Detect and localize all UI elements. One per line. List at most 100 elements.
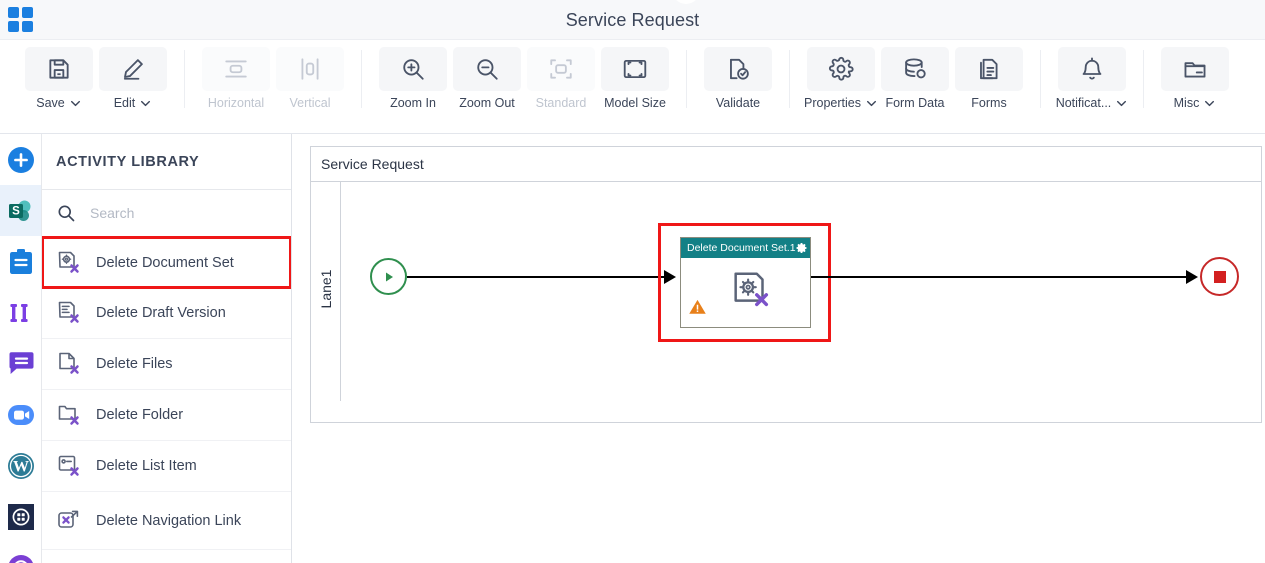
align-vertical-icon [276, 47, 344, 91]
toolbar-button-model-size[interactable]: Model Size [598, 40, 672, 110]
toolbar-separator [1040, 50, 1041, 108]
search-input[interactable] [88, 204, 263, 222]
rail-integration-app[interactable] [0, 287, 41, 338]
toolbar-group: Save Edit [22, 40, 170, 110]
toolbar-label-forms: Forms [971, 96, 1006, 110]
app-rail: SW [0, 134, 42, 563]
gear-icon[interactable] [796, 242, 808, 254]
warning-triangle-icon [688, 298, 707, 316]
toolbar-label-edit: Edit [114, 96, 153, 110]
toolbar-group: Horizontal Vertical [199, 40, 347, 110]
toolbar-label-zoom-in: Zoom In [390, 96, 436, 110]
toolbar-button-notificat[interactable]: Notificat... [1055, 40, 1129, 110]
activity-item-delete-navigation-link[interactable]: Delete Navigation Link [42, 492, 291, 550]
toolbar-button-save[interactable]: Save [22, 40, 96, 110]
activity-item-delete-files[interactable]: Delete Files [42, 339, 291, 390]
rail-support-app[interactable] [0, 542, 41, 563]
task-title: Delete Document Set.1 [687, 242, 796, 254]
chevron-down-icon [1203, 97, 1216, 110]
toolbar-button-zoom-in[interactable]: Zoom In [376, 40, 450, 110]
diagram-canvas[interactable]: Service Request Lane1 Delete Document Se… [292, 134, 1265, 563]
activity-item-label: Delete Navigation Link [96, 512, 242, 529]
delete-draft-version-icon [56, 300, 82, 326]
toolbar-label-standard: Standard [536, 96, 587, 110]
sequence-flow-2-arrow [1186, 270, 1198, 284]
validate-document-icon [704, 47, 772, 91]
pool-title: Service Request [311, 147, 1261, 182]
delete-list-item-icon [56, 453, 82, 479]
toolbar-button-zoom-out[interactable]: Zoom Out [450, 40, 524, 110]
task-body [681, 258, 810, 328]
toolbar-label-text-properties: Properties [804, 96, 861, 110]
toolbar-button-misc[interactable]: Misc [1158, 40, 1232, 110]
rail-sharepoint-app[interactable]: S [0, 185, 41, 236]
start-event[interactable] [370, 258, 407, 295]
database-icon [881, 47, 949, 91]
activity-item-delete-draft-version[interactable]: Delete Draft Version [42, 288, 291, 339]
delete-navigation-link-icon [56, 508, 82, 534]
activity-library-title: ACTIVITY LIBRARY [42, 134, 291, 190]
toolbar-label-text-misc: Misc [1173, 96, 1200, 110]
lane-header: Lane1 [311, 182, 341, 401]
task-delete-document-set[interactable]: Delete Document Set.1 [680, 237, 811, 328]
toolbar-separator [1143, 50, 1144, 108]
rail-docusign-app[interactable] [0, 491, 41, 542]
activity-list: Delete Document Set Delete Draft Version D… [42, 236, 291, 563]
task-header: Delete Document Set.1 [681, 238, 810, 258]
toolbar-label-validate: Validate [716, 96, 760, 110]
chevron-down-icon [1115, 97, 1128, 110]
rail-wordpress-app[interactable]: W [0, 440, 41, 491]
toolbar-button-form-data[interactable]: Form Data [878, 40, 952, 110]
rail-chat-app[interactable] [0, 338, 41, 389]
sequence-flow-2[interactable] [811, 276, 1189, 278]
stop-square-icon [1213, 270, 1226, 283]
rail-zoom-app[interactable] [0, 389, 41, 440]
chevron-down-icon [69, 97, 82, 110]
delete-document-set-icon [728, 268, 774, 314]
toolbar-label-text-save: Save [36, 96, 65, 110]
toolbar-label-text-form-data: Form Data [885, 96, 945, 110]
standard-size-icon [527, 47, 595, 91]
clipboard-icon [8, 248, 34, 276]
toolbar-button-forms[interactable]: Forms [952, 40, 1026, 110]
rail-add-button[interactable] [0, 134, 41, 185]
toolbar-group: Notificat... [1055, 40, 1129, 110]
toolbar-label-text-notificat: Notificat... [1055, 96, 1112, 110]
wordpress-icon: W [7, 452, 35, 480]
sequence-flow-1[interactable] [407, 276, 669, 278]
chevron-down-icon [139, 97, 152, 110]
toolbar-button-edit[interactable]: Edit [96, 40, 170, 110]
toolbar-label-text-forms: Forms [971, 96, 1007, 110]
delete-folder-icon [56, 402, 82, 428]
pillars-icon [8, 300, 34, 326]
toolbar-label-text-standard: Standard [535, 96, 587, 110]
toolbar-group: Zoom In Zoom Out Standard Model Size [376, 40, 672, 110]
activity-item-label: Delete Folder [96, 407, 184, 423]
gear-icon [807, 47, 875, 91]
toolbar-label-model-size: Model Size [604, 96, 666, 110]
toolbar-label-text-horizontal: Horizontal [207, 96, 265, 110]
toolbar-button-properties[interactable]: Properties [804, 40, 878, 110]
activity-item-label: Delete List Item [96, 458, 197, 474]
align-horizontal-icon [202, 47, 270, 91]
toolbar-label-text-edit: Edit [113, 96, 136, 110]
save-icon [25, 47, 93, 91]
toolbar-button-validate[interactable]: Validate [701, 40, 775, 110]
activity-item-delete-particular-file[interactable]: Delete Particular File [42, 550, 291, 563]
activity-item-delete-list-item[interactable]: Delete List Item [42, 441, 291, 492]
search-icon [56, 203, 76, 223]
activity-item-label: Delete Draft Version [96, 305, 226, 321]
end-event[interactable] [1200, 257, 1239, 296]
toolbar-separator [361, 50, 362, 108]
circle-grid-icon [8, 503, 34, 530]
toolbar-button-vertical: Vertical [273, 40, 347, 110]
misc-folder-icon [1161, 47, 1229, 91]
toolbar-group: Properties Form Data Forms [804, 40, 1026, 110]
activity-item-delete-folder[interactable]: Delete Folder [42, 390, 291, 441]
activity-item-delete-document-set[interactable]: Delete Document Set [42, 236, 291, 289]
title-bar: Service Request [0, 0, 1265, 40]
rail-tasks-app[interactable] [0, 236, 41, 287]
form-document-icon [955, 47, 1023, 91]
activity-item-label: Delete Document Set [96, 254, 234, 271]
lane: Lane1 Delete Document Set.1 [311, 182, 1261, 401]
